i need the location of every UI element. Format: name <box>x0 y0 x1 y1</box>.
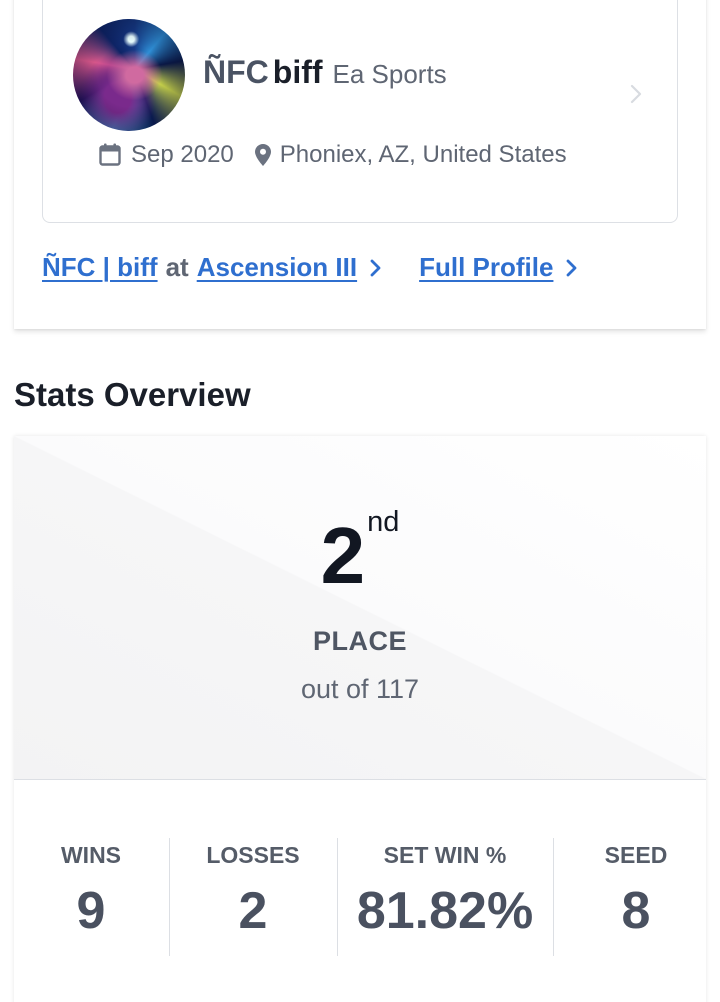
stat-wins: WINS 9 <box>14 838 168 956</box>
event-link[interactable]: Ascension III <box>197 252 357 283</box>
section-title: Stats Overview <box>14 376 251 413</box>
profile-links: ÑFC | biff at Ascension III Full Profile <box>42 252 579 283</box>
stats-panel: 2nd PLACE out of 117 WINS 9 LOSSES 2 SET… <box>14 436 706 1002</box>
stat-value: 81.82% <box>356 882 534 940</box>
chevron-right-icon[interactable] <box>565 257 579 279</box>
stat-label: SET WIN % <box>383 842 507 868</box>
stat-value: 9 <box>76 882 106 940</box>
placement-number: 2nd <box>14 508 706 596</box>
avatar <box>73 19 185 131</box>
stat-value: 8 <box>621 882 651 940</box>
player-meta: Sep 2020 Phoniex, AZ, United States <box>99 141 567 169</box>
placement-card: 2nd PLACE out of 117 <box>14 436 706 780</box>
entrant-link[interactable]: ÑFC | biff <box>42 252 158 283</box>
stat-seed: SEED 8 <box>553 838 719 956</box>
gamertag: biff <box>272 54 323 90</box>
sponsor-tag: ÑFC <box>203 54 269 90</box>
stat-label: WINS <box>60 842 122 868</box>
place-suffix: nd <box>367 506 400 538</box>
player-card[interactable]: ÑFC biff Ea Sports Sep 2020 Phoniex, AZ, U… <box>42 0 678 223</box>
stat-set-win-percent: SET WIN % 81.82% <box>337 838 553 956</box>
profile-panel: ÑFC biff Ea Sports Sep 2020 Phoniex, AZ, U… <box>14 0 706 329</box>
link-at-text: at <box>165 252 189 282</box>
location: Phoniex, AZ, United States <box>279 141 567 168</box>
player-name: ÑFC biff Ea Sports <box>203 54 447 91</box>
join-date: Sep 2020 <box>131 141 234 168</box>
chevron-right-icon[interactable] <box>369 257 383 279</box>
place-number: 2 <box>320 511 366 600</box>
location-pin-icon <box>254 144 271 166</box>
stat-losses: LOSSES 2 <box>169 838 337 956</box>
place-label: PLACE <box>312 626 407 656</box>
chevron-right-icon <box>630 84 642 104</box>
place-out-of: out of 117 <box>300 674 420 704</box>
stat-label: LOSSES <box>206 842 300 868</box>
stat-label: SEED <box>604 842 668 868</box>
organization: Ea Sports <box>332 59 447 89</box>
stat-value: 2 <box>238 882 268 940</box>
calendar-icon <box>99 143 121 166</box>
full-profile-link[interactable]: Full Profile <box>419 252 553 283</box>
